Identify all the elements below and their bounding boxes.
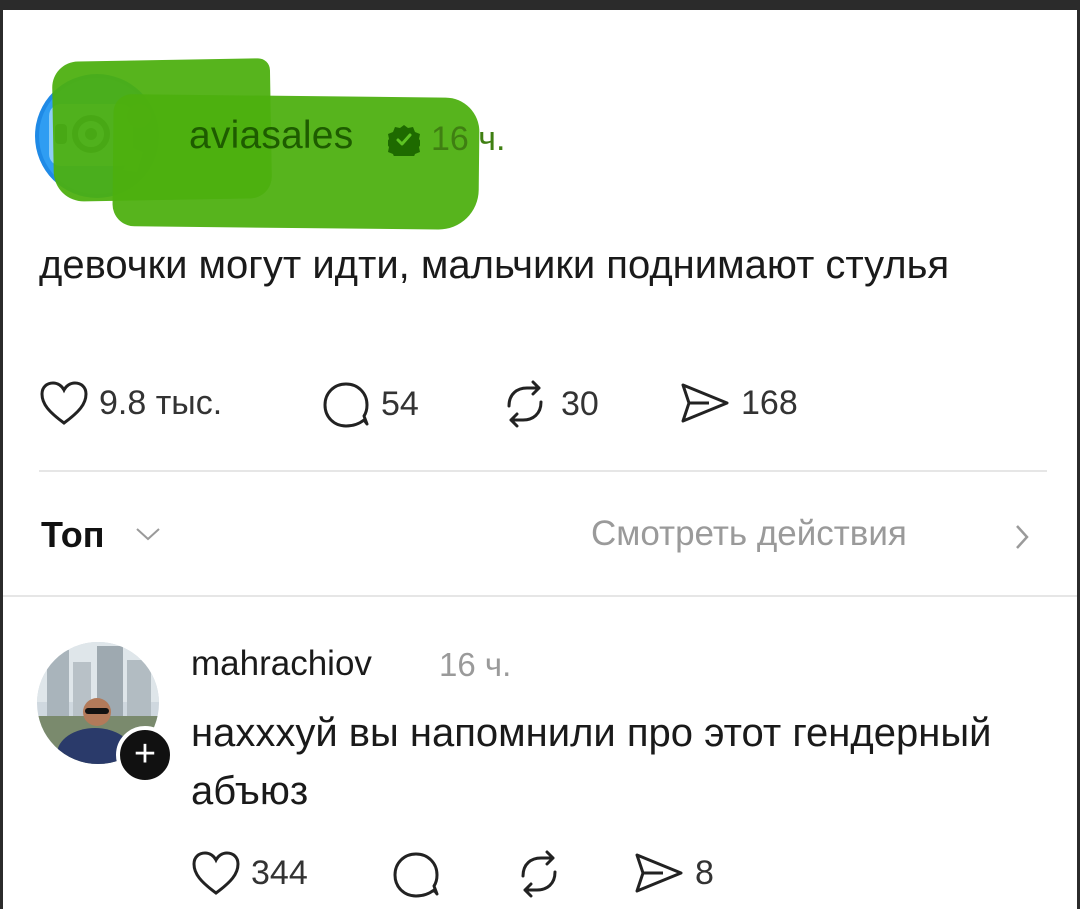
chevron-right-icon[interactable] (1014, 524, 1030, 555)
sort-dropdown-label[interactable]: Топ (41, 514, 104, 556)
repost-button[interactable] (513, 850, 565, 898)
repost-button[interactable]: 30 (499, 380, 599, 428)
share-count: 8 (695, 853, 714, 892)
verified-icon (386, 124, 422, 161)
repost-icon (499, 380, 551, 428)
reply-button[interactable] (391, 850, 441, 898)
reply-button[interactable]: 54 (321, 380, 419, 428)
share-icon (633, 850, 685, 896)
chevron-down-icon[interactable] (135, 526, 161, 547)
reply-text: нахххуй вы напомнили про этот гендерный … (191, 711, 992, 813)
post-text: девочки могут идти, мальчики поднимают с… (39, 243, 950, 287)
share-button[interactable]: 168 (679, 380, 798, 426)
reply-time: 16 ч. (439, 646, 512, 683)
comment-icon (321, 380, 371, 428)
repost-icon (513, 850, 565, 898)
plus-icon: + (133, 733, 157, 775)
comment-icon (391, 850, 441, 898)
reply-author[interactable]: mahrachiov (191, 644, 372, 684)
divider (3, 595, 1077, 597)
view-activity-link[interactable]: Смотреть действия (591, 514, 907, 554)
like-button[interactable]: 9.8 тыс. (39, 380, 222, 426)
share-button[interactable]: 8 (633, 850, 714, 896)
post-author[interactable]: aviasales (189, 114, 353, 158)
share-icon (679, 380, 731, 426)
reply-count: 54 (381, 384, 419, 423)
divider (39, 470, 1047, 472)
like-count: 344 (251, 853, 308, 892)
thread-view: aviasales 16 ч. девочки могут идти, маль… (3, 10, 1077, 909)
heart-icon (191, 850, 241, 896)
post-time: 16 ч. (431, 120, 506, 158)
like-button[interactable]: 344 (191, 850, 308, 896)
share-count: 168 (741, 383, 798, 422)
like-count: 9.8 тыс. (99, 383, 223, 422)
repost-count: 30 (561, 384, 599, 423)
heart-icon (39, 380, 89, 426)
follow-plus-button[interactable]: + (116, 726, 174, 784)
